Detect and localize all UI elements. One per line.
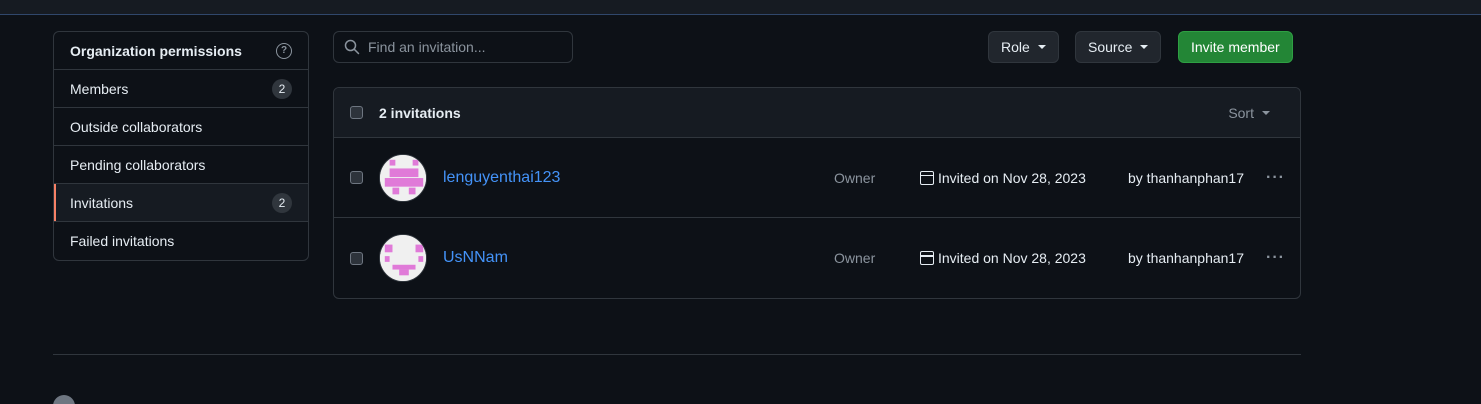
invite-member-button[interactable]: Invite member [1178,31,1293,63]
caret-down-icon [1140,45,1149,49]
caret-down-icon [1262,110,1270,115]
calendar-icon [920,170,934,185]
sidebar-item-label: Pending collaborators [70,156,206,173]
sidebar-item-label: Failed invitations [70,233,175,249]
caret-down-icon [1037,45,1046,49]
sidebar-item-label: Outside collaborators [70,118,203,135]
invitee-role: Owner [834,169,876,186]
calendar-icon [920,251,934,265]
role-filter-button[interactable]: Role [988,31,1059,63]
invited-by: by thanhanphan17 [1128,169,1244,186]
table-row: lenguyenthai123 Owner Invited on Nov 28,… [334,138,1300,218]
source-filter-label: Source [1088,39,1133,55]
invited-by: by thanhanphan17 [1128,250,1244,266]
invited-date-text: Invited on Nov 28, 2023 [938,169,1086,186]
invitee-username-link[interactable]: UsNNam [443,249,508,267]
source-filter-button[interactable]: Source [1075,31,1162,63]
top-header-bar [0,0,1481,15]
members-count-badge: 2 [272,78,292,99]
invited-date: Invited on Nov 28, 2023 [920,170,1086,186]
kebab-icon[interactable]: ··· [1266,249,1285,267]
sidebar-item-invitations[interactable]: Invitations 2 [54,184,308,222]
sidebar-header: Organization permissions ? [54,32,308,70]
sidebar-item-pending-collaborators[interactable]: Pending collaborators [54,146,308,184]
sidebar-item-members[interactable]: Members 2 [54,70,308,108]
avatar[interactable] [379,153,427,202]
github-logo-icon[interactable] [53,395,75,404]
invitee-username-link[interactable]: lenguyenthai123 [443,169,560,187]
invitations-count-title: 2 invitations [379,104,461,121]
invite-member-label: Invite member [1191,39,1280,55]
invitation-search-box[interactable] [333,31,573,63]
search-input[interactable] [368,39,558,55]
role-filter-label: Role [1001,39,1030,55]
select-all-checkbox[interactable] [350,106,363,119]
footer-divider [53,354,1301,355]
row-checkbox[interactable] [350,251,363,265]
invited-date: Invited on Nov 28, 2023 [920,250,1086,266]
sort-label: Sort [1228,104,1254,121]
table-row: UsNNam Owner Invited on Nov 28, 2023 by … [334,218,1300,298]
invitations-count-badge: 2 [272,192,292,213]
permissions-sidebar: Organization permissions ? Members 2 Out… [53,31,309,261]
sidebar-item-label: Invitations [70,194,134,211]
sidebar-item-failed-invitations[interactable]: Failed invitations [54,222,308,260]
kebab-icon[interactable]: ··· [1266,169,1285,187]
invitee-role: Owner [834,250,876,266]
sidebar-title: Organization permissions [70,42,242,59]
search-icon [344,39,360,55]
invited-date-text: Invited on Nov 28, 2023 [938,250,1086,266]
question-icon[interactable]: ? [276,42,292,59]
table-header: 2 invitations Sort [334,88,1300,138]
row-checkbox[interactable] [350,171,363,184]
sort-button[interactable]: Sort [1228,105,1270,121]
invitations-table: 2 invitations Sort lenguyenthai123 Owner… [333,87,1301,299]
sidebar-item-outside-collaborators[interactable]: Outside collaborators [54,108,308,146]
sidebar-item-label: Members [70,80,129,97]
avatar[interactable] [379,234,427,282]
